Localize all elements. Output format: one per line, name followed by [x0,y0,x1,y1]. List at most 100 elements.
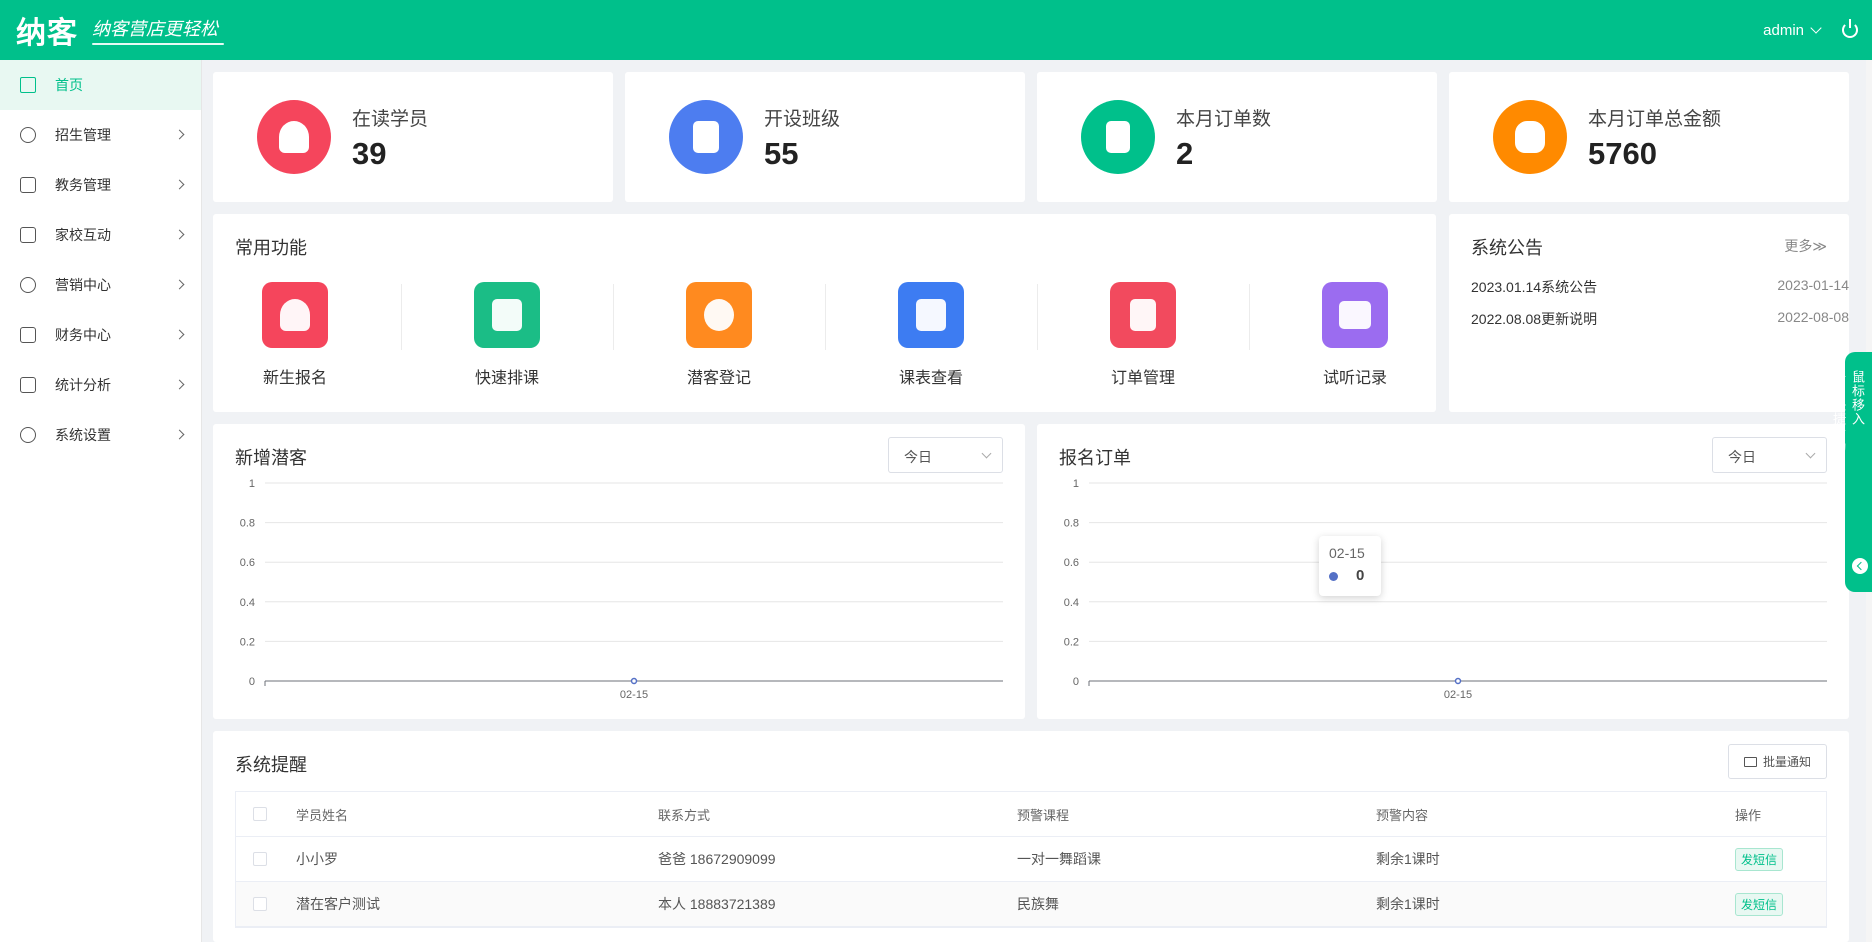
select-all-checkbox[interactable] [253,807,267,821]
stat-value: 39 [352,136,387,171]
y-tick-label: 0 [1073,676,1079,688]
chevron-right-icon [174,279,185,290]
sidebar-item-finance[interactable]: 财务中心 [0,310,201,360]
sidebar-item-label: 招生管理 [55,127,111,143]
chevron-right-icon [174,329,185,340]
student-name: 小小罗 [296,851,338,867]
chevron-down-icon[interactable] [1810,22,1822,34]
document-icon [1081,100,1155,174]
contact: 爸爸 18672909099 [658,851,776,867]
function-quick-schedule[interactable]: 快速排课 [447,282,567,388]
sidebar-item-home-school[interactable]: 家校互动 [0,210,201,260]
function-trial-records[interactable]: 试听记录 [1295,282,1415,388]
button-label: 批量通知 [1762,755,1811,769]
stat-card-classes: 开设班级 55 [625,72,1025,202]
home-icon [20,77,36,93]
more-link[interactable]: 更多≫ [1784,236,1827,256]
sidebar-item-academic[interactable]: 教务管理 [0,160,201,210]
row-checkbox[interactable] [253,852,267,866]
function-label: 新生报名 [262,370,327,387]
sidebar-item-enrollment[interactable]: 招生管理 [0,110,201,160]
series-dot-icon [1329,571,1338,581]
y-tick-label: 0.2 [1064,636,1079,648]
sidebar-item-home[interactable]: 首页 [0,60,201,110]
function-label: 试听记录 [1322,370,1387,387]
column-header: 预警内容 [1376,807,1429,823]
chevron-right-icon [174,229,185,240]
data-point [630,677,638,685]
side-tab-line2: 开启快捷考勤 [1831,370,1846,454]
stat-value: 2 [1176,136,1194,171]
book-icon [20,177,36,193]
logo[interactable]: 纳客 纳客营店更轻松 [16,8,224,52]
open-book-icon [1322,282,1388,348]
row-checkbox[interactable] [253,897,267,911]
divider [1249,284,1250,350]
heart-user-icon [686,282,752,348]
user-area: admin [1763,0,1858,60]
function-order-management[interactable]: 订单管理 [1083,282,1203,388]
column-header: 操作 [1735,807,1762,823]
chart-card-enrollment-orders: 报名订单 今日 0 0.2 0.4 0.6 0.8 1 02-15 [1037,424,1849,719]
course: 一对一舞蹈课 [1017,851,1101,867]
money-bag-icon [1493,100,1567,174]
divider [825,284,826,350]
sidebar-item-statistics[interactable]: 统计分析 [0,360,201,410]
tooltip-value: 0 [1356,567,1365,584]
batch-notify-button[interactable]: 批量通知 [1728,744,1827,779]
function-prospect-register[interactable]: 潜客登记 [659,282,779,388]
function-new-enrollment[interactable]: 新生报名 [235,282,355,388]
sidebar-item-label: 系统设置 [55,427,111,443]
logo-slogan: 纳客营店更轻松 [92,15,224,45]
column-header: 预警课程 [1017,807,1070,823]
calendar-check-icon [474,282,540,348]
stat-card-students: 在读学员 39 [213,72,613,202]
divider [613,284,614,350]
stat-label: 开设班级 [764,109,841,130]
user-name[interactable]: admin [1763,22,1804,39]
column-header: 联系方式 [658,807,711,823]
mail-icon [1743,756,1757,767]
sidebar-item-marketing[interactable]: 营销中心 [0,260,201,310]
student-icon [257,100,331,174]
bar-chart-icon [20,377,36,393]
user-badge-icon [20,127,36,143]
building-icon [20,227,36,243]
x-tick-label: 02-15 [620,689,648,701]
send-sms-button[interactable]: 发短信 [1735,892,1784,916]
send-sms-button[interactable]: 发短信 [1735,847,1784,871]
notice-item[interactable]: 2022.08.08更新说明 2022-08-08 [1471,309,1849,329]
function-timetable[interactable]: 课表查看 [871,282,991,388]
data-point [1454,677,1462,685]
table-header: 学员姓名 联系方式 预警课程 预警内容 操作 [236,792,1826,837]
stat-value: 55 [764,136,799,171]
sidebar-item-label: 营销中心 [55,277,111,293]
tooltip-label: 02-15 [1329,545,1365,561]
reminders-card: 系统提醒 批量通知 学员姓名 联系方式 预警课程 预警内容 操作 小小罗 爸爸 … [213,731,1849,942]
stat-card-revenue: 本月订单总金额 5760 [1449,72,1849,202]
sidebar-item-settings[interactable]: 系统设置 [0,410,201,460]
function-label: 课表查看 [898,370,963,387]
notice-title: 2023.01.14系统公告 [1471,279,1598,295]
quick-attendance-tab[interactable]: 鼠标移入 开启快捷考勤 [1831,352,1872,592]
collapse-arrow-icon[interactable] [1852,558,1868,574]
stat-card-orders: 本月订单数 2 [1037,72,1437,202]
warning-content: 剩余1课时 [1376,851,1440,867]
sidebar: 首页 招生管理 教务管理 家校互动 营销中心 财务中心 统计分析 系统设置 [0,60,202,942]
side-tab-line1: 鼠标移入 [1850,370,1865,426]
clipboard-icon [1110,282,1176,348]
notice-date: 2022-08-08 [1777,309,1849,325]
logo-text: 纳客 [16,16,78,51]
chevron-right-icon [174,129,185,140]
chevron-right-icon [174,379,185,390]
y-tick-label: 0.2 [240,636,255,648]
chevron-right-icon [174,429,185,440]
gear-icon [20,427,36,443]
power-icon[interactable] [1842,19,1858,38]
column-header: 学员姓名 [296,807,349,823]
notice-item[interactable]: 2023.01.14系统公告 2023-01-14 [1471,277,1849,297]
y-tick-label: 0 [249,676,255,688]
divider [401,284,402,350]
stat-label: 在读学员 [352,109,429,130]
stat-value: 5760 [1588,136,1657,171]
